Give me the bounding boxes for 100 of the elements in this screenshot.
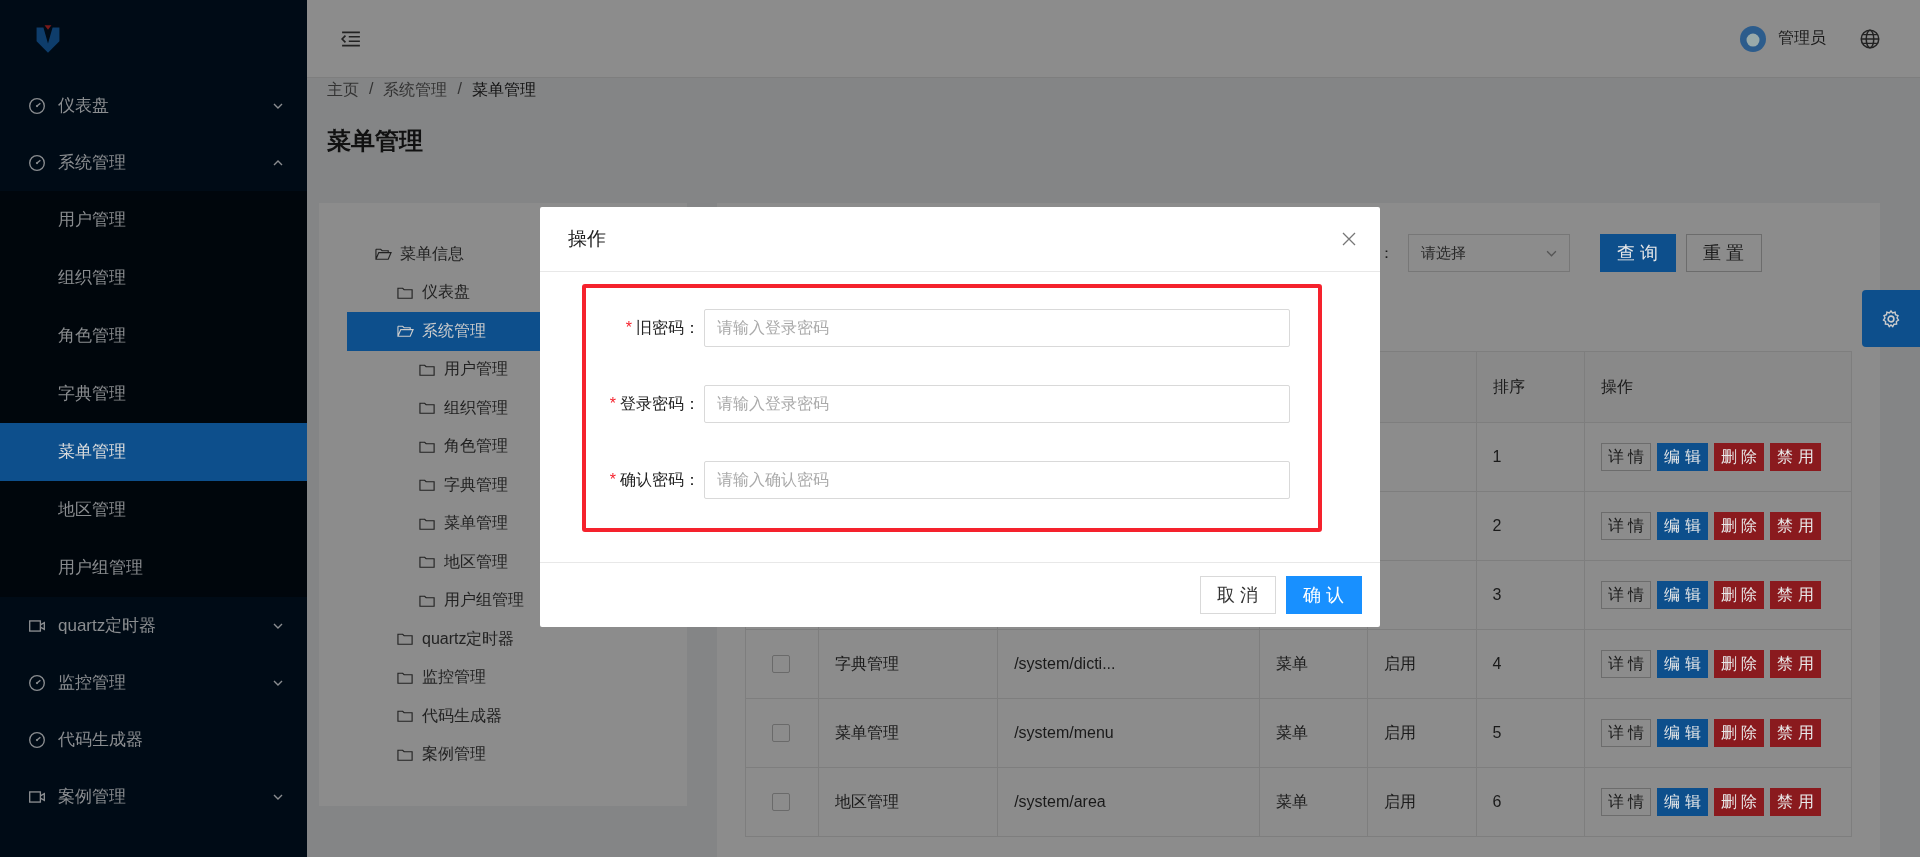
row-action-button[interactable]: 禁 用	[1770, 443, 1821, 471]
breadcrumb-separator: /	[369, 80, 374, 99]
submenu-item[interactable]: 角色管理	[0, 307, 307, 365]
page-title: 菜单管理	[327, 126, 424, 156]
row-action-button[interactable]: 详 情	[1601, 581, 1652, 609]
gauge-icon	[28, 730, 46, 749]
row-action-button[interactable]: 编 辑	[1657, 443, 1708, 471]
folder-icon	[397, 670, 414, 685]
field-label: * 确认密码：	[608, 469, 700, 490]
table-cell: 菜单	[1275, 723, 1308, 741]
tree-node[interactable]: 地区管理	[319, 543, 687, 582]
submenu-item[interactable]: 用户组管理	[0, 539, 307, 597]
row-action-button[interactable]: 删 除	[1713, 788, 1765, 816]
tree-node[interactable]: 监控管理	[319, 658, 687, 697]
folder-icon	[419, 362, 436, 377]
menu-item[interactable]: 仪表盘	[0, 77, 307, 134]
menu-item[interactable]: 代码生成器	[0, 711, 307, 768]
folder-icon	[419, 555, 436, 570]
row-action-button[interactable]: 编 辑	[1657, 512, 1708, 540]
dialog-button[interactable]: 确 认	[1286, 576, 1362, 614]
folder-icon	[419, 478, 436, 493]
password-field[interactable]: 请输入登录密码	[704, 309, 1290, 347]
row-action-button[interactable]: 详 情	[1601, 719, 1652, 747]
row-action-button[interactable]: 详 情	[1601, 512, 1652, 540]
submenu-item[interactable]: 用户管理	[0, 191, 307, 249]
submenu-item[interactable]: 字典管理	[0, 365, 307, 423]
dialog-button[interactable]: 取 消	[1200, 576, 1276, 614]
table-cell: 菜单	[1275, 792, 1308, 810]
table-cell: 地区管理	[835, 792, 899, 810]
menu-item[interactable]: 案例管理	[0, 768, 307, 825]
breadcrumb-link[interactable]: 系统管理	[383, 80, 448, 101]
row-action-button[interactable]: 禁 用	[1770, 581, 1821, 609]
folder-icon	[419, 401, 436, 416]
table-cell: 3	[1492, 586, 1502, 603]
row-action-button[interactable]: 详 情	[1601, 788, 1652, 816]
submenu-item[interactable]: 地区管理	[0, 481, 307, 539]
user-name[interactable]: 管理员	[1778, 28, 1826, 49]
breadcrumb-link[interactable]: 菜单管理	[471, 80, 536, 101]
row-action-button[interactable]: 删 除	[1713, 581, 1765, 609]
submenu-item[interactable]: 菜单管理	[0, 423, 307, 481]
chevron-icon	[1546, 249, 1557, 257]
row-action-button[interactable]: 编 辑	[1657, 650, 1708, 678]
row-action-button[interactable]: 编 辑	[1657, 788, 1708, 816]
table-cell: 1	[1492, 448, 1502, 465]
submenu-item[interactable]: 组织管理	[0, 249, 307, 307]
password-field[interactable]: 请输入登录密码	[704, 385, 1290, 423]
row-checkbox[interactable]	[772, 724, 790, 743]
row-action-button[interactable]: 编 辑	[1657, 719, 1708, 747]
tree-node[interactable]: 角色管理	[319, 427, 687, 466]
row-action-button[interactable]: 禁 用	[1770, 719, 1821, 747]
row-action-button[interactable]: 删 除	[1713, 719, 1765, 747]
select-field[interactable]: 请选择	[1408, 234, 1570, 272]
globe-icon[interactable]	[1860, 28, 1880, 49]
row-action-button[interactable]: 详 情	[1601, 443, 1652, 471]
menu-item[interactable]: 系统管理	[0, 134, 307, 191]
password-field[interactable]: 请输入确认密码	[704, 461, 1290, 499]
query-button[interactable]: 重 置	[1686, 234, 1762, 272]
settings-tab[interactable]	[1862, 290, 1920, 347]
row-action-button[interactable]: 删 除	[1713, 443, 1765, 471]
row-action-button[interactable]: 编 辑	[1657, 581, 1708, 609]
table-cell: 5	[1492, 724, 1502, 741]
tree-node[interactable]: 代码生成器	[319, 697, 687, 736]
close-icon[interactable]	[1342, 232, 1356, 246]
settings-icon	[1881, 308, 1901, 329]
table-cell: 字典管理	[835, 654, 899, 672]
table-cell: 菜单管理	[835, 723, 899, 741]
avatar-icon[interactable]	[1740, 25, 1766, 52]
breadcrumb-link[interactable]: 主页	[327, 80, 359, 101]
table-cell: 启用	[1384, 723, 1417, 741]
query-button[interactable]: 查 询	[1600, 234, 1676, 272]
tree-node[interactable]: quartz定时器	[319, 620, 687, 659]
folder-icon	[397, 285, 414, 300]
row-checkbox[interactable]	[772, 655, 790, 674]
chevron-icon	[273, 793, 283, 800]
tree-node[interactable]: 用户组管理	[319, 581, 687, 620]
folder-icon	[419, 439, 436, 454]
gauge-icon	[28, 673, 46, 692]
menu-item[interactable]: quartz定时器	[0, 597, 307, 654]
folder-icon	[397, 632, 414, 647]
folder-icon	[419, 516, 436, 531]
tree-node[interactable]: 菜单管理	[319, 504, 687, 543]
menu-item[interactable]: 监控管理	[0, 654, 307, 711]
table-cell: 4	[1492, 655, 1502, 672]
dialog-title: 操作	[568, 227, 606, 251]
menu-fold-icon[interactable]	[341, 30, 361, 47]
filter-label: ：	[1379, 243, 1394, 263]
folder-icon	[397, 747, 414, 762]
row-action-button[interactable]: 删 除	[1713, 650, 1765, 678]
row-action-button[interactable]: 详 情	[1601, 650, 1652, 678]
table-cell: 菜单	[1275, 654, 1308, 672]
tree-node[interactable]: 案例管理	[319, 735, 687, 774]
row-action-button[interactable]: 禁 用	[1770, 650, 1821, 678]
tree-node[interactable]: 仪表盘	[319, 273, 687, 312]
row-action-button[interactable]: 禁 用	[1770, 512, 1821, 540]
chevron-icon	[273, 679, 283, 686]
row-action-button[interactable]: 删 除	[1713, 512, 1765, 540]
row-action-button[interactable]: 禁 用	[1770, 788, 1821, 816]
row-checkbox[interactable]	[772, 793, 790, 812]
folder-icon	[419, 593, 436, 608]
tree-node[interactable]: 用户管理	[319, 350, 687, 389]
